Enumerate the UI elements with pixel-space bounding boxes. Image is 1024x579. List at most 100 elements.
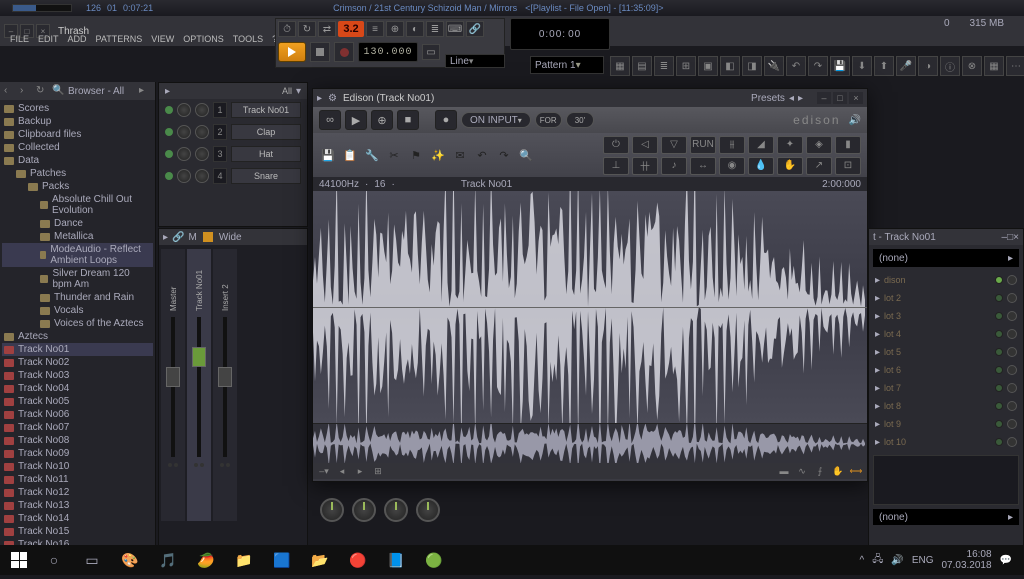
grid-power-icon[interactable]: ⏻ [603, 136, 629, 154]
channel-menu-icon[interactable]: ▸ [165, 86, 170, 97]
grid-spectrum-icon[interactable]: ▮ [835, 136, 861, 154]
speaker-icon[interactable]: 🔊 [849, 115, 861, 126]
fader-track[interactable] [197, 317, 201, 457]
tray-up-icon[interactable]: ^ [860, 555, 865, 566]
tree-item[interactable]: Voices of the Aztecs [2, 317, 153, 330]
edison-play-icon[interactable]: ▶ [345, 110, 367, 130]
channel-row[interactable]: 3Hat [159, 143, 307, 165]
fx-slot-led[interactable] [995, 384, 1003, 392]
fx-slot-knob[interactable] [1007, 437, 1017, 447]
fx-slot-knob[interactable] [1007, 311, 1017, 321]
fx-slot-menu-icon[interactable]: ▸ [875, 401, 880, 412]
mixer-color-icon[interactable] [203, 232, 213, 242]
channel-filter[interactable]: All [282, 86, 292, 96]
blend-icon[interactable]: ≣ [426, 21, 444, 37]
edison-overview[interactable] [313, 423, 867, 463]
tool-a-icon[interactable]: ◧ [720, 56, 740, 76]
disk-icon[interactable]: 💾 [319, 147, 337, 163]
pattern-selector[interactable]: Pattern 1 ▾ [530, 56, 604, 74]
redo-icon[interactable]: ↷ [808, 56, 828, 76]
channel-name[interactable]: Clap [231, 124, 301, 140]
tempo-display[interactable]: 130.000 [358, 42, 418, 62]
edison-max-icon[interactable]: □ [833, 92, 847, 104]
envelope-icon[interactable]: ✉ [451, 147, 469, 163]
tree-item[interactable]: Track No02 [2, 356, 153, 369]
task-explorer-icon[interactable]: 📂 [302, 547, 338, 573]
fx-slot[interactable]: ▸lot 4 [869, 325, 1023, 343]
fx-slot-led[interactable] [995, 294, 1003, 302]
fx-slot[interactable]: ▸lot 10 [869, 433, 1023, 451]
tree-item[interactable]: Metallica [2, 230, 153, 243]
step-icon[interactable]: ≡ [366, 21, 384, 37]
pan-knob[interactable] [416, 498, 440, 522]
record-button[interactable] [334, 42, 354, 62]
fader-track[interactable] [223, 317, 227, 457]
fx-slot[interactable]: ▸dison [869, 271, 1023, 289]
pan-knob[interactable] [320, 498, 344, 522]
scroll-right-icon[interactable]: ▸ [353, 465, 367, 477]
tree-item[interactable]: Absolute Chill Out Evolution [2, 193, 153, 217]
gear-icon[interactable]: ⚙ [328, 93, 337, 104]
claw2-icon[interactable]: ✋ [831, 465, 845, 477]
pan-knob[interactable] [352, 498, 376, 522]
tree-item[interactable]: Patches [2, 167, 153, 180]
fx-slot-led[interactable] [995, 348, 1003, 356]
menu-options[interactable]: OPTIONS [179, 32, 228, 46]
browser-tree[interactable]: ScoresBackupClipboard filesCollectedData… [0, 100, 155, 579]
grid-convolve-icon[interactable]: 卄 [632, 157, 658, 175]
channel-row[interactable]: 2Clap [159, 121, 307, 143]
task-fl-icon[interactable]: 🥭 [188, 547, 224, 573]
arrange-icon[interactable]: ▦ [984, 56, 1004, 76]
task-utorrent-icon[interactable]: 🟢 [416, 547, 452, 573]
tree-item[interactable]: Clipboard files [2, 128, 153, 141]
menu-tools[interactable]: TOOLS [229, 32, 267, 46]
fx-slot-knob[interactable] [1007, 329, 1017, 339]
presets-label[interactable]: Presets [751, 93, 785, 104]
channel-led[interactable] [165, 128, 173, 136]
fx-slot-knob[interactable] [1007, 401, 1017, 411]
menu-patterns[interactable]: PATTERNS [92, 32, 147, 46]
tree-item[interactable]: Vocals [2, 304, 153, 317]
mixer-menu-icon[interactable]: ▸ [163, 232, 168, 243]
snap2-icon[interactable]: ⊞ [371, 465, 385, 477]
edison-stop-icon[interactable]: ■ [397, 110, 419, 130]
task-app1-icon[interactable]: 🟦 [264, 547, 300, 573]
pan-knob[interactable] [384, 498, 408, 522]
render-icon[interactable]: ⬇ [852, 56, 872, 76]
fader-handle[interactable] [192, 347, 206, 367]
mixer-strip[interactable]: Insert 2 [213, 249, 237, 521]
tray-net-icon[interactable]: 🖧 [872, 552, 883, 569]
fx-eq-graph[interactable] [873, 455, 1019, 505]
task-view-icon[interactable]: ▭ [74, 547, 110, 573]
tree-item[interactable]: Data [2, 154, 153, 167]
fx-slot-led[interactable] [995, 330, 1003, 338]
browser-collapse-icon[interactable]: ▸ [139, 85, 151, 97]
audio-rec-icon[interactable]: 🎤 [896, 56, 916, 76]
channel-number[interactable]: 1 [213, 102, 227, 118]
undo-icon[interactable]: ↶ [786, 56, 806, 76]
fx-slot-menu-icon[interactable]: ▸ [875, 437, 880, 448]
misc-icon[interactable]: ⋯ [1006, 56, 1024, 76]
zoom-out-icon[interactable]: –▾ [317, 465, 331, 477]
time-display[interactable]: 0:00:00 [510, 18, 610, 50]
channel-row[interactable]: 4Snare [159, 165, 307, 187]
redo2-icon[interactable]: ↷ [495, 147, 513, 163]
preset-next-icon[interactable]: ▸ [798, 93, 803, 104]
tree-item[interactable]: Scores [2, 102, 153, 115]
mixer-strip[interactable]: Track No01 [187, 249, 211, 521]
fx-slot-led[interactable] [995, 438, 1003, 446]
tree-item[interactable]: Track No05 [2, 395, 153, 408]
save-icon[interactable]: 💾 [830, 56, 850, 76]
mixer-view-label[interactable]: Wide [219, 232, 242, 243]
fx-slot-knob[interactable] [1007, 365, 1017, 375]
edison-loop-icon[interactable]: ⊕ [371, 110, 393, 130]
typing-kb-icon[interactable]: ⌨ [446, 21, 464, 37]
channel-vol-knob[interactable] [195, 169, 209, 183]
fader-track[interactable] [171, 317, 175, 457]
menu-edit[interactable]: EDIT [34, 32, 63, 46]
fx-slot[interactable]: ▸lot 3 [869, 307, 1023, 325]
grid-claw-icon[interactable]: ✋ [777, 157, 803, 175]
edison-input-mode[interactable]: ON INPUT ▾ [461, 112, 531, 128]
grid-drop-icon[interactable]: 💧 [748, 157, 774, 175]
channel-pan-knob[interactable] [177, 103, 191, 117]
